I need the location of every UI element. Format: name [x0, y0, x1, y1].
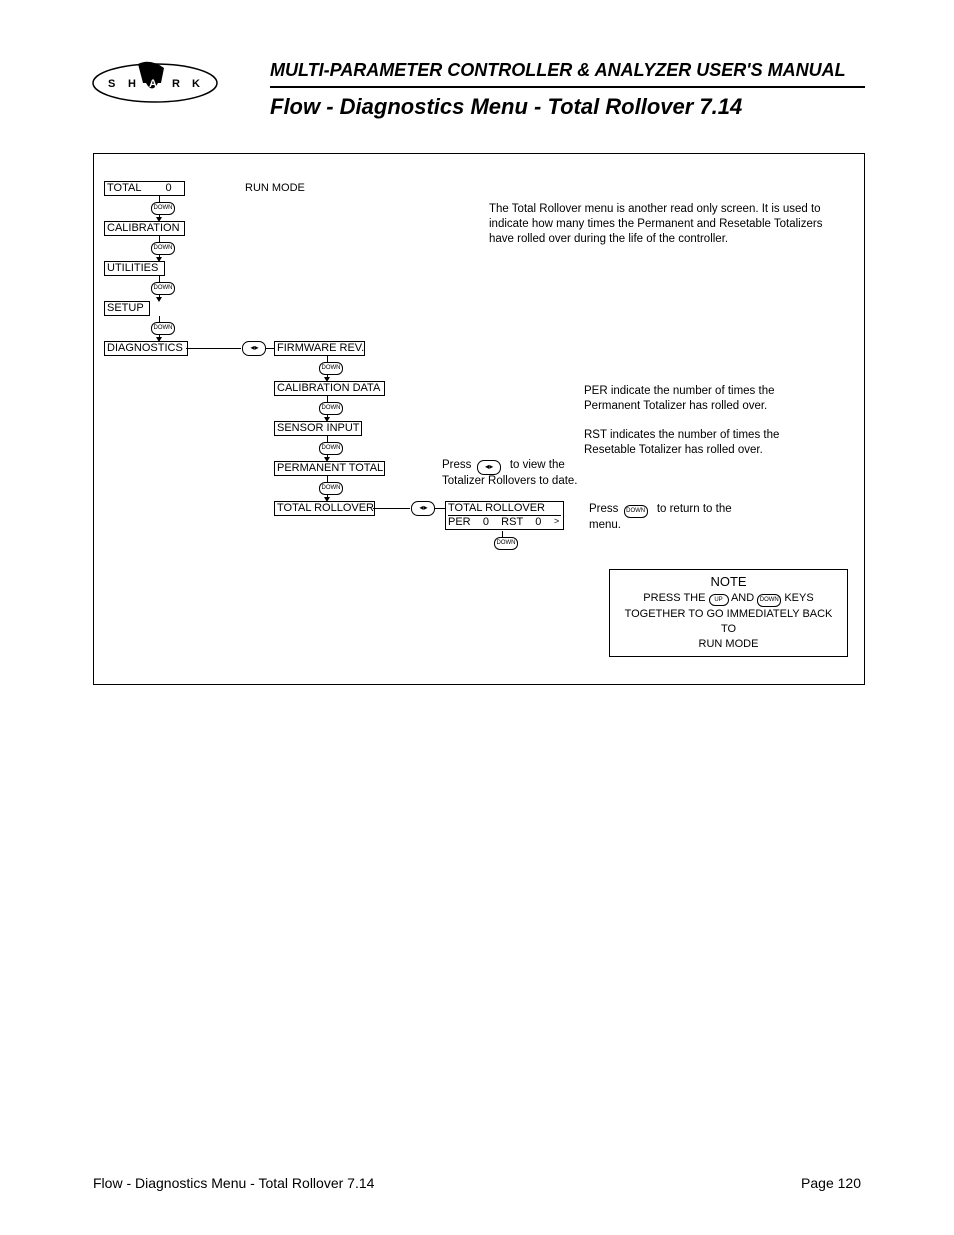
- note-title: NOTE: [616, 574, 841, 589]
- menu-total-rollover: TOTAL ROLLOVER: [274, 501, 375, 516]
- enter-key-icon: ◂ ▸: [411, 501, 435, 516]
- note-line2: TOGETHER TO GO IMMEDIATELY BACK TO: [616, 607, 841, 637]
- svg-text:S: S: [108, 78, 115, 90]
- footer-right: Page 120: [801, 1175, 861, 1191]
- label-run-mode: RUN MODE: [245, 182, 305, 195]
- down-key-icon: DOWN: [624, 505, 648, 518]
- down-key-icon: DOWN: [319, 402, 343, 415]
- connector: [373, 508, 410, 509]
- down-key-icon: DOWN: [319, 442, 343, 455]
- right-marker-icon: >: [554, 516, 559, 526]
- down-key-icon: DOWN: [319, 482, 343, 495]
- intro-text: The Total Rollover menu is another read …: [489, 202, 839, 247]
- down-key-icon: DOWN: [757, 594, 781, 607]
- menu-firmware-rev: FIRMWARE REV.: [274, 341, 365, 356]
- svg-text:R: R: [172, 78, 180, 90]
- note-line3: RUN MODE: [616, 637, 841, 652]
- down-key-icon: DOWN: [151, 242, 175, 255]
- section-title: Flow - Diagnostics Menu - Total Rollover…: [270, 94, 742, 120]
- down-key-icon: DOWN: [494, 537, 518, 550]
- enter-key-icon: ◂ ▸: [477, 460, 501, 475]
- menu-permanent-total: PERMANENT TOTAL: [274, 461, 385, 476]
- footer-left: Flow - Diagnostics Menu - Total Rollover…: [93, 1175, 374, 1191]
- menu-diagnostics: DIAGNOSTICS: [104, 341, 188, 356]
- note-line1: PRESS THE UP AND DOWN KEYS: [616, 591, 841, 607]
- down-key-icon: DOWN: [151, 282, 175, 295]
- menu-calibration: CALIBRATION: [104, 221, 185, 236]
- svg-text:K: K: [192, 78, 200, 90]
- page: S H A R K MULTI-PARAMETER CONTROLLER & A…: [0, 0, 954, 1235]
- menu-calibration-data: CALIBRATION DATA: [274, 381, 385, 396]
- down-key-icon: DOWN: [319, 362, 343, 375]
- svg-text:A: A: [149, 78, 157, 90]
- down-key-icon: DOWN: [151, 322, 175, 335]
- display-line1: TOTAL ROLLOVER: [448, 502, 561, 516]
- menu-total: TOTAL0: [104, 181, 185, 196]
- press-return-text: Press DOWN to return to the menu.: [589, 502, 732, 533]
- connector: [266, 348, 274, 349]
- per-desc: PER indicate the number of times the Per…: [584, 384, 814, 414]
- menu-sensor-input: SENSOR INPUT: [274, 421, 362, 436]
- connector: [186, 348, 241, 349]
- display-line2: PER 0 RST 0: [448, 516, 561, 529]
- menu-utilities: UTILITIES: [104, 261, 165, 276]
- enter-key-icon: ◂ ▸: [242, 341, 266, 356]
- arrow-down-icon: [156, 297, 162, 302]
- up-key-icon: UP: [709, 594, 729, 606]
- manual-title: MULTI-PARAMETER CONTROLLER & ANALYZER US…: [270, 60, 846, 81]
- svg-text:H: H: [128, 78, 136, 90]
- diagram-frame: TOTAL0 RUN MODE DOWN CALIBRATION DOWN UT…: [93, 153, 865, 685]
- display-total-rollover: TOTAL ROLLOVER PER 0 RST 0: [445, 501, 564, 530]
- connector: [435, 508, 445, 509]
- rst-desc: RST indicates the number of times the Re…: [584, 428, 814, 458]
- note-box: NOTE PRESS THE UP AND DOWN KEYS TOGETHER…: [609, 569, 848, 657]
- down-key-icon: DOWN: [151, 202, 175, 215]
- menu-setup: SETUP: [104, 301, 150, 316]
- header-rule: [270, 86, 865, 88]
- shark-logo: S H A R K: [90, 56, 220, 111]
- press-view-text: Press ◂ ▸ to view the Totalizer Rollover…: [442, 458, 578, 489]
